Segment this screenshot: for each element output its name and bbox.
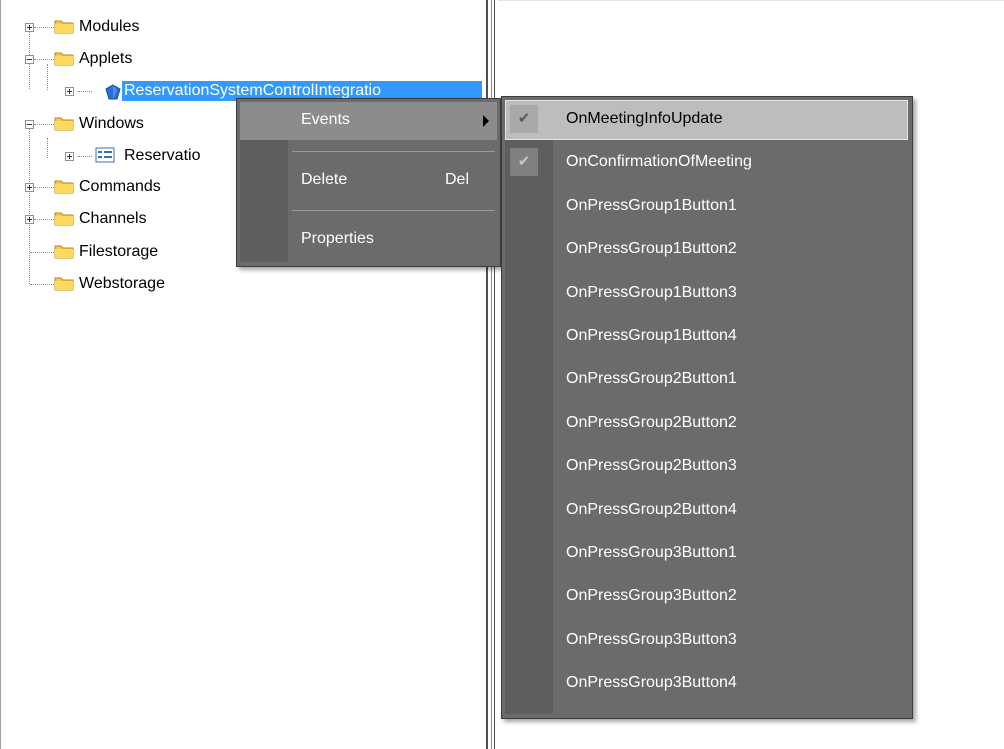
collapse-minus-icon[interactable] — [25, 55, 34, 64]
tree-guide-line — [78, 91, 92, 92]
folder-icon — [54, 245, 74, 259]
tree-node-label: Commands — [79, 178, 161, 195]
tree-guide-line — [34, 27, 54, 28]
folder-icon — [54, 117, 74, 131]
submenu-item-event[interactable]: OnPressGroup3Button3 — [505, 621, 908, 661]
expand-plus-icon[interactable] — [25, 215, 34, 224]
folder-icon — [54, 20, 74, 34]
submenu-item-label: OnPressGroup3Button4 — [566, 674, 737, 691]
submenu-item-event[interactable]: OnPressGroup2Button4 — [505, 491, 908, 531]
checkmark-icon: ✔ — [510, 148, 538, 176]
checkmark-icon: ✔ — [510, 105, 538, 133]
applet-icon — [105, 84, 121, 100]
submenu-item-label: OnConfirmationOfMeeting — [566, 153, 752, 170]
tree-guide-line — [34, 124, 54, 125]
submenu-item-label: OnPressGroup1Button1 — [566, 197, 737, 214]
tree-guide-line — [30, 284, 54, 285]
menu-item-shortcut: Del — [445, 171, 470, 188]
tree-guide-line — [47, 64, 48, 90]
folder-icon — [54, 52, 74, 66]
expand-plus-icon[interactable] — [25, 183, 34, 192]
submenu-item-event[interactable]: ✔ OnConfirmationOfMeeting — [505, 143, 908, 183]
menu-item-label: Properties — [301, 230, 374, 247]
tree-node-label: Applets — [79, 50, 133, 67]
tree-guide-line — [34, 59, 54, 60]
menu-separator — [292, 210, 495, 211]
folder-icon — [54, 180, 74, 194]
submenu-item-label: OnPressGroup2Button4 — [566, 501, 737, 518]
tree-guide-line — [34, 187, 54, 188]
submenu-item-label: OnPressGroup1Button4 — [566, 327, 737, 344]
submenu-item-label: OnPressGroup3Button1 — [566, 544, 737, 561]
submenu-item-event[interactable]: OnPressGroup1Button3 — [505, 274, 908, 314]
tree-guide-line — [29, 122, 30, 284]
submenu-item-event[interactable]: ✔ OnMeetingInfoUpdate — [505, 100, 908, 140]
menu-item-events[interactable]: Events — [240, 102, 497, 140]
window-icon — [95, 147, 115, 163]
menu-item-delete[interactable]: Delete Del — [240, 162, 497, 200]
tree-node-label: Modules — [79, 18, 140, 35]
submenu-item-event[interactable]: OnPressGroup1Button4 — [505, 317, 908, 357]
submenu-item-label: OnMeetingInfoUpdate — [566, 110, 723, 127]
submenu-item-label: OnPressGroup2Button3 — [566, 457, 737, 474]
expand-plus-icon[interactable] — [65, 87, 74, 96]
tree-guide-line — [78, 156, 92, 157]
tree-node-label: Windows — [79, 115, 144, 132]
submenu-item-event[interactable]: OnPressGroup2Button3 — [505, 447, 908, 487]
submenu-item-event[interactable]: OnPressGroup2Button2 — [505, 404, 908, 444]
submenu-arrow-icon — [483, 115, 489, 127]
submenu-item-label: OnPressGroup3Button3 — [566, 631, 737, 648]
folder-icon — [54, 277, 74, 291]
submenu-item-event[interactable]: OnPressGroup3Button2 — [505, 577, 908, 617]
tree-node-label: Channels — [79, 210, 147, 227]
submenu-item-label: OnPressGroup1Button3 — [566, 284, 737, 301]
menu-separator — [292, 151, 495, 152]
tree-node-label: Filestorage — [79, 243, 159, 260]
expand-plus-icon[interactable] — [65, 152, 74, 161]
submenu-item-label: OnPressGroup1Button2 — [566, 240, 737, 257]
submenu-item-label: OnPressGroup2Button2 — [566, 414, 737, 431]
tree-guide-line — [30, 252, 54, 253]
tree-node-label: Reservatio — [124, 147, 201, 164]
folder-icon — [54, 212, 74, 226]
submenu-item-event[interactable]: OnPressGroup1Button1 — [505, 187, 908, 227]
expand-plus-icon[interactable] — [25, 23, 34, 32]
menu-item-label: Delete — [301, 171, 348, 188]
application-window: Modules Applets ReservationSystemControl… — [0, 0, 1004, 749]
submenu-item-event[interactable]: OnPressGroup3Button1 — [505, 534, 908, 574]
submenu-item-label: OnPressGroup2Button1 — [566, 370, 737, 387]
submenu-item-event[interactable]: OnPressGroup2Button1 — [505, 360, 908, 400]
menu-item-label: Events — [301, 111, 350, 128]
tree-node-label: Webstorage — [79, 275, 165, 292]
context-menu: Events Delete Del Properties — [236, 98, 501, 267]
menu-item-properties[interactable]: Properties — [240, 221, 497, 259]
collapse-minus-icon[interactable] — [25, 120, 34, 129]
submenu-item-event[interactable]: OnPressGroup3Button4 — [505, 664, 908, 704]
submenu-item-event[interactable]: OnPressGroup1Button2 — [505, 230, 908, 270]
tree-guide-line — [47, 138, 48, 158]
submenu-item-label: OnPressGroup3Button2 — [566, 587, 737, 604]
tree-guide-line — [34, 219, 54, 220]
events-submenu: ✔ OnMeetingInfoUpdate ✔ OnConfirmationOfMee… — [501, 96, 913, 719]
